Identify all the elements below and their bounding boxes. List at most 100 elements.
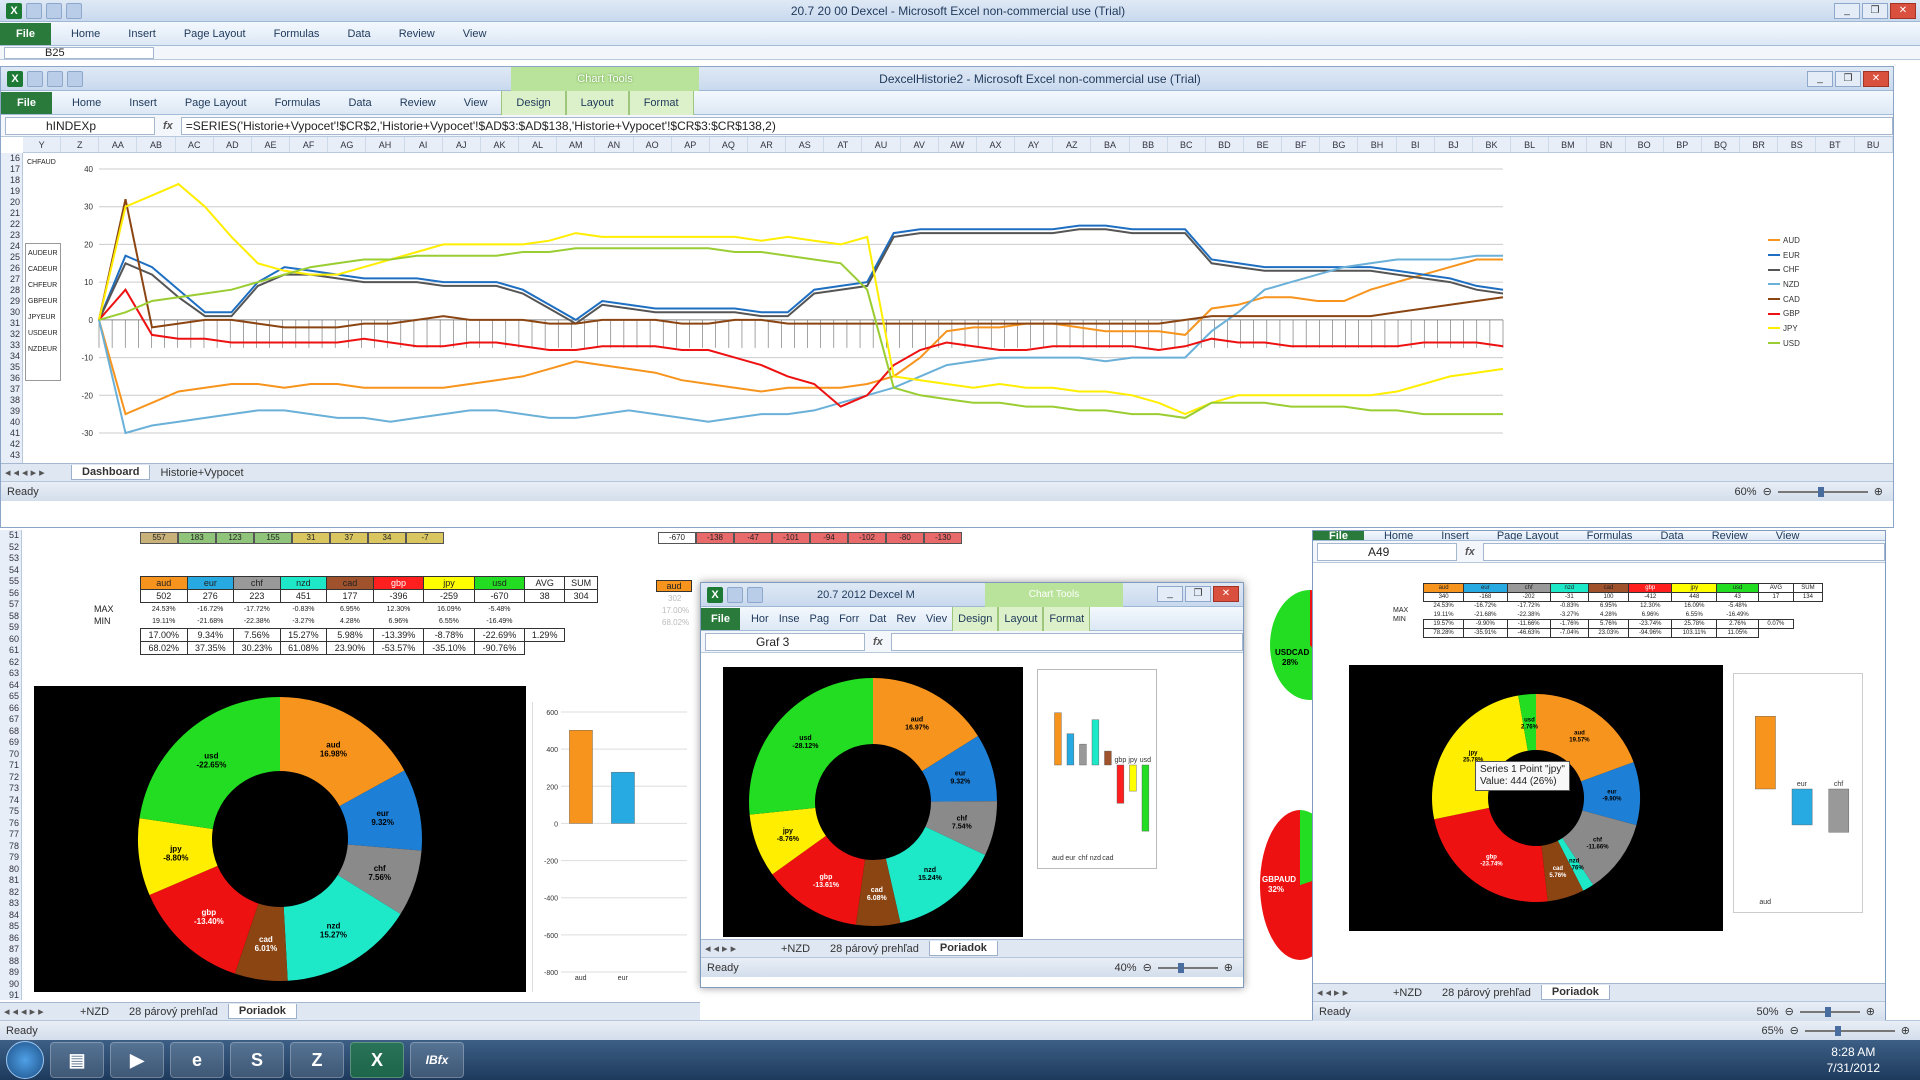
row-header[interactable]: 80 <box>0 864 21 876</box>
ribbon-tab-forr[interactable]: Forr <box>834 613 864 625</box>
column-header[interactable]: BC <box>1168 137 1206 152</box>
row-header[interactable]: 75 <box>0 806 21 818</box>
column-header[interactable]: BD <box>1206 137 1244 152</box>
zoom-out-icon[interactable]: ⊖ <box>1763 485 1772 498</box>
column-header[interactable]: AO <box>634 137 672 152</box>
row-header[interactable]: 36 <box>1 373 22 384</box>
close-icon[interactable]: ✕ <box>1863 70 1889 87</box>
column-header[interactable]: AE <box>252 137 291 152</box>
table-cell[interactable]: 17 <box>1757 592 1794 602</box>
table-cell[interactable]: -396 <box>372 589 425 603</box>
bar-eur[interactable] <box>611 771 635 824</box>
ribbon-tab-insert[interactable]: Insert <box>114 28 170 40</box>
ribbon-tab-view[interactable]: View <box>450 97 502 109</box>
ribbon-tab-view[interactable]: View <box>1762 531 1814 540</box>
row-header[interactable]: 39 <box>1 406 22 417</box>
table-cell[interactable]: -3.27% <box>280 616 327 629</box>
tab-28-parovy[interactable]: 28 párový prehľad <box>1432 986 1541 1000</box>
row-header[interactable]: 61 <box>0 645 21 657</box>
main-donut-chart[interactable]: aud16.98% eur9.32% chf7.56% nzd15.27% cad6.0… <box>34 686 526 992</box>
row-header[interactable]: 17 <box>1 164 22 175</box>
column-header[interactable]: Y <box>23 137 62 152</box>
ribbon-tab-review[interactable]: Review <box>1698 531 1762 540</box>
table-cell[interactable]: -16.49% <box>474 616 524 629</box>
ib-app-icon[interactable]: IBfx <box>410 1042 464 1078</box>
minimize-icon[interactable]: _ <box>1834 2 1860 19</box>
restore-icon[interactable]: ❐ <box>1835 70 1861 87</box>
column-header[interactable]: Z <box>61 137 100 152</box>
ribbon-tab-formulas[interactable]: Formulas <box>260 28 334 40</box>
column-header[interactable]: AP <box>672 137 710 152</box>
table-cell[interactable]: 24.53% <box>1424 602 1464 611</box>
zoom-out-icon[interactable]: ⊖ <box>1790 1024 1799 1037</box>
right-formula-input[interactable] <box>1482 542 1885 561</box>
table-cell[interactable]: 6.95% <box>1588 602 1628 611</box>
table-cell[interactable]: 68.02% <box>140 641 188 655</box>
row-header[interactable]: 21 <box>1 208 22 219</box>
zoom-slider[interactable] <box>1799 1006 1860 1017</box>
row-header[interactable]: 84 <box>0 910 21 922</box>
table-cell[interactable]: 502 <box>140 589 188 603</box>
tab-nzd[interactable]: +NZD <box>70 1005 119 1019</box>
bottom-zoom-control[interactable]: 65% ⊖ ⊕ <box>1762 1024 1920 1038</box>
ribbon-tab-home[interactable]: Home <box>1370 531 1427 540</box>
ribbon-tab-home[interactable]: Home <box>57 28 114 40</box>
column-header[interactable]: BL <box>1511 137 1550 152</box>
table-cell[interactable]: 451 <box>279 589 328 603</box>
zoom-out-icon[interactable]: ⊖ <box>1143 961 1152 974</box>
fx-icon[interactable]: fx <box>1465 546 1475 558</box>
row-header[interactable]: 54 <box>0 565 21 577</box>
tab-dashboard[interactable]: Dashboard <box>71 465 151 480</box>
ribbon-tab-file[interactable]: File <box>1313 531 1364 540</box>
column-header[interactable]: AJ <box>443 137 481 152</box>
save-icon[interactable] <box>727 586 743 603</box>
column-header[interactable]: BI <box>1397 137 1435 152</box>
zoom-slider[interactable] <box>1157 962 1218 973</box>
row-header[interactable]: 23 <box>1 230 22 241</box>
column-header[interactable]: BJ <box>1435 137 1473 152</box>
column-header[interactable]: AM <box>557 137 596 152</box>
row-header[interactable]: 53 <box>0 553 21 565</box>
row-header[interactable]: 69 <box>0 737 21 749</box>
table-cell[interactable]: 6.96% <box>373 616 423 629</box>
ribbon-tab-file[interactable]: File <box>701 607 740 630</box>
table-cell[interactable]: 12.30% <box>373 603 423 616</box>
column-header[interactable]: AI <box>405 137 443 152</box>
table-cell[interactable]: 2.76% <box>1716 619 1759 629</box>
ribbon-tab-view[interactable]: View <box>449 28 501 40</box>
zoom-in-icon[interactable]: ⊕ <box>1901 1024 1910 1037</box>
row-header[interactable]: 85 <box>0 921 21 933</box>
undo-icon[interactable] <box>46 2 62 19</box>
row-header[interactable]: 73 <box>0 783 21 795</box>
formula-input[interactable]: =SERIES('Historie+Vypocet'!$CR$2,'Histor… <box>180 116 1893 135</box>
line-chart[interactable]: 40 30 20 10 0 -10 -20 -30 <box>63 153 1533 463</box>
table-cell[interactable]: 1.29% <box>524 628 566 642</box>
row-header[interactable]: 20 <box>1 197 22 208</box>
table-cell[interactable]: -23.74% <box>1628 619 1673 629</box>
column-header[interactable]: AC <box>176 137 214 152</box>
row-header[interactable]: 19 <box>1 186 22 197</box>
column-header[interactable]: BB <box>1130 137 1168 152</box>
column-header[interactable]: AF <box>290 137 329 152</box>
ribbon-tab-layout[interactable]: Layout <box>565 90 629 115</box>
bar-chf[interactable] <box>1079 743 1087 766</box>
ribbon-tab-review[interactable]: Review <box>385 28 449 40</box>
restore-icon[interactable]: ❐ <box>1185 586 1211 602</box>
table-cell[interactable]: 6.96% <box>1629 611 1672 620</box>
table-cell[interactable]: -21.68% <box>187 616 234 629</box>
start-button[interactable] <box>6 1041 44 1079</box>
column-header[interactable]: AZ <box>1053 137 1092 152</box>
column-header[interactable]: AV <box>901 137 939 152</box>
right-bar-area[interactable]: aud eur chf <box>1733 673 1863 913</box>
column-header[interactable]: AK <box>481 137 520 152</box>
bar-cad[interactable] <box>1104 750 1112 766</box>
column-header[interactable]: BF <box>1282 137 1321 152</box>
column-header[interactable]: AY <box>1015 137 1054 152</box>
main-donut-chart-area[interactable]: aud 16.98% eur 9.32% chf 7.56% nzd 15.27% cad 6.0… <box>34 686 526 992</box>
table-cell[interactable]: -0.83% <box>280 603 327 616</box>
ribbon-tab-page-layout[interactable]: Page Layout <box>171 97 261 109</box>
table-cell[interactable]: 7.56% <box>233 628 281 642</box>
row-header[interactable]: 51 <box>0 530 21 542</box>
bar-nzd[interactable] <box>1091 719 1100 766</box>
column-header[interactable]: BN <box>1587 137 1626 152</box>
